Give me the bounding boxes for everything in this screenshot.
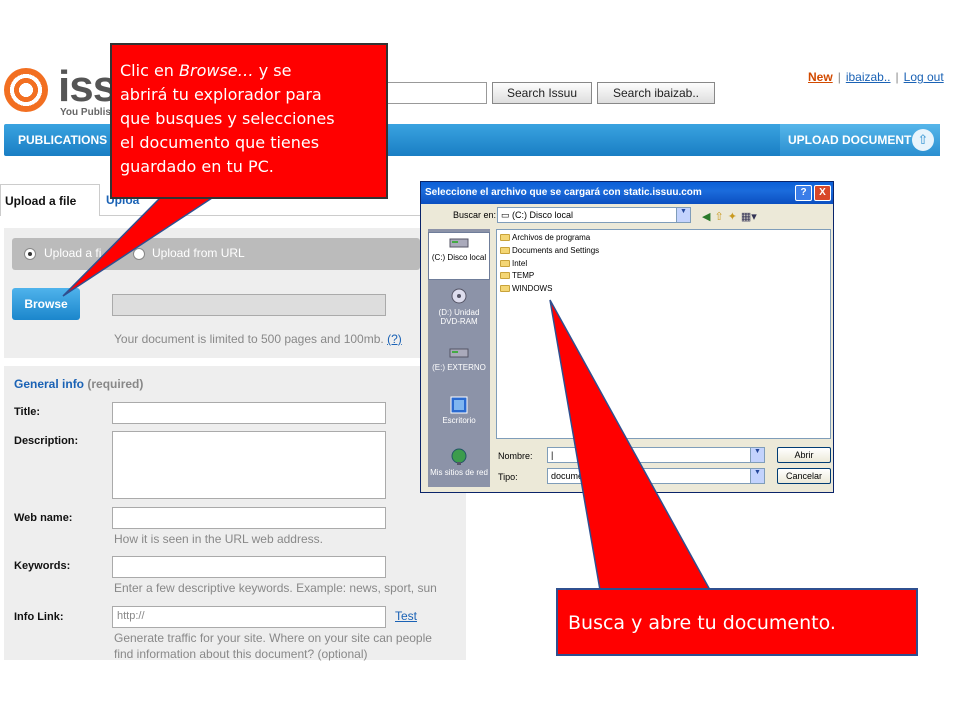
browse-instruction-callout: Clic en Browse… y se abrirá tu explorado… [110,43,388,199]
open-instruction-callout: Busca y abre tu documento. [556,588,918,656]
callout-line: Clic en Browse… y se [120,59,378,83]
screenshot-stage: iss You Publis Search Issuu Search ibaiz… [0,0,960,720]
callout-line: guardado en tu PC. [120,157,274,176]
callout-text: Clic en [120,61,180,80]
callout-line: el documento que tienes [120,133,320,152]
callout-line: abrirá tu explorador para [120,85,322,104]
callout-text: y se [253,61,292,80]
callout-line: que busques y selecciones [120,109,335,128]
browse-callout-arrow [62,197,215,297]
open-callout-arrow [549,299,712,591]
callout-emphasis: Browse… [179,61,254,80]
